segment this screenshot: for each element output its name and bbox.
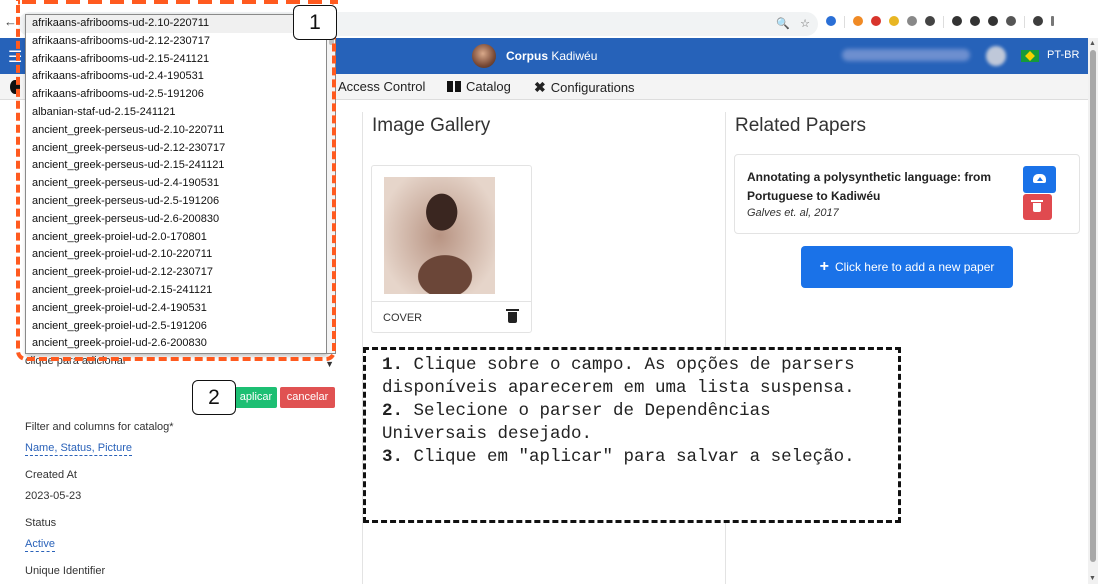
profile-icon[interactable] (1033, 16, 1043, 26)
back-arrow-icon[interactable]: ← (4, 14, 17, 29)
dropdown-option[interactable]: ancient_greek-perseus-ud-2.10-220711 (26, 122, 326, 140)
callout-1: 1 (293, 5, 337, 40)
dropdown-option[interactable]: afrikaans-afribooms-ud-2.5-191206 (26, 86, 326, 104)
papers-title: Related Papers (735, 115, 866, 136)
dropdown-option[interactable]: afrikaans-afribooms-ud-2.15-241121 (26, 51, 326, 69)
menu-configurations[interactable]: ✖ Configurations (534, 79, 635, 96)
dropdown-option[interactable]: ancient_greek-perseus-ud-2.12-230717 (26, 140, 326, 158)
bookmarks-icon[interactable] (970, 16, 980, 26)
trash-icon (1031, 200, 1043, 212)
dropdown-option[interactable]: ancient_greek-proiel-ud-2.0-170801 (26, 229, 326, 247)
history-icon[interactable] (988, 16, 998, 26)
paper-title: Annotating a polysynthetic language: fro… (747, 170, 992, 203)
gallery-card-footer: COVER (372, 301, 531, 333)
instruction-step-1: 1. Clique sobre o campo. As opções de pa… (382, 355, 855, 398)
menu-catalog-label: Catalog (466, 79, 511, 94)
status-value[interactable]: Active (25, 538, 55, 552)
scroll-up-arrow-icon[interactable]: ▲ (1089, 40, 1096, 47)
menu-catalog[interactable]: Catalog (447, 79, 511, 94)
extensions-puzzle-icon[interactable] (925, 16, 935, 26)
brand-title: Corpus Kadiwéu (506, 49, 598, 63)
toolbar-divider (943, 16, 944, 28)
extension-icon[interactable] (871, 16, 881, 26)
status-label: Status (25, 517, 57, 529)
book-icon (447, 81, 461, 92)
brand-avatar (472, 44, 496, 68)
parser-select-value: clique para adicionar (25, 355, 127, 367)
dropdown-scrollbar[interactable] (327, 14, 336, 354)
dropdown-option[interactable]: afrikaans-afribooms-ud-2.4-190531 (26, 68, 326, 86)
extension-icon[interactable] (889, 16, 899, 26)
cancel-button[interactable]: cancelar (280, 387, 335, 408)
key-icon[interactable] (1006, 16, 1016, 26)
kebab-menu-icon[interactable] (1051, 16, 1054, 26)
extensions-area (826, 16, 1054, 28)
dropdown-option[interactable]: albanian-staf-ud-2.15-241121 (26, 104, 326, 122)
apply-button[interactable]: aplicar (235, 387, 277, 408)
menu-access-control-label: Access Control (338, 79, 426, 94)
page-scrollbar[interactable]: ▲ ▼ (1088, 38, 1098, 584)
chevron-down-icon: ▼ (325, 359, 334, 369)
hamburger-menu-icon[interactable]: ☰ (8, 47, 22, 67)
created-at-label: Created At (25, 469, 77, 481)
menu-item-icon[interactable] (10, 80, 20, 94)
language-label[interactable]: PT-BR (1047, 49, 1079, 61)
add-paper-label: Click here to add a new paper (834, 260, 995, 274)
user-avatar[interactable] (986, 46, 1006, 66)
dropdown-option[interactable]: afrikaans-afribooms-ud-2.12-230717 (26, 33, 326, 51)
paper-card: Annotating a polysynthetic language: fro… (734, 154, 1080, 234)
plus-icon: + (819, 258, 829, 275)
extension-icon[interactable] (826, 16, 836, 26)
dropdown-option[interactable]: ancient_greek-perseus-ud-2.5-191206 (26, 193, 326, 211)
tools-icon: ✖ (534, 79, 546, 95)
created-at-value: 2023-05-23 (25, 490, 82, 502)
dropdown-option[interactable]: ancient_greek-perseus-ud-2.15-241121 (26, 157, 326, 175)
zoom-icon[interactable]: 🔍 (776, 17, 790, 30)
highlight-frame-top (22, 0, 338, 4)
scroll-down-arrow-icon[interactable]: ▼ (1089, 575, 1096, 582)
instruction-step-3: 3. Clique em "aplicar" para salvar a sel… (382, 447, 855, 467)
scrollbar-thumb[interactable] (1090, 50, 1096, 562)
delete-paper-button[interactable] (1023, 194, 1052, 220)
dropdown-option[interactable]: afrikaans-afribooms-ud-2.10-220711 (26, 15, 326, 33)
dropdown-option[interactable]: ancient_greek-proiel-ud-2.10-220711 (26, 246, 326, 264)
download-paper-button[interactable] (1023, 166, 1056, 193)
parser-dropdown-list[interactable]: afrikaans-afribooms-ud-2.10-220711 afrika… (25, 14, 327, 354)
filter-columns-label: Filter and columns for catalog* (25, 421, 174, 433)
unique-identifier-label: Unique Identifier (25, 565, 106, 577)
brand[interactable]: Corpus Kadiwéu (472, 44, 597, 68)
toolbar-divider (1024, 16, 1025, 28)
instruction-step-2: 2. Selecione o parser de Dependências Un… (382, 401, 771, 444)
dropdown-option[interactable]: ancient_greek-proiel-ud-2.12-230717 (26, 264, 326, 282)
gallery-title: Image Gallery (372, 115, 491, 136)
dropdown-option[interactable]: ancient_greek-proiel-ud-2.15-241121 (26, 282, 326, 300)
instruction-box: 1. Clique sobre o campo. As opções de pa… (363, 347, 901, 523)
parser-select[interactable]: clique para adicionar ▼ (25, 355, 336, 375)
gallery-card[interactable]: COVER (371, 165, 532, 333)
media-icon[interactable] (952, 16, 962, 26)
filter-columns-value[interactable]: Name, Status, Picture (25, 442, 132, 456)
paper-authors: Galves et. al, 2017 (747, 207, 839, 219)
dropdown-option[interactable]: ancient_greek-perseus-ud-2.4-190531 (26, 175, 326, 193)
dropdown-option[interactable]: ancient_greek-perseus-ud-2.6-200830 (26, 211, 326, 229)
user-name-blurred[interactable] (842, 49, 970, 61)
trash-icon[interactable] (506, 309, 519, 323)
menu-access-control[interactable]: Access Control (338, 79, 425, 94)
dropdown-option[interactable]: ancient_greek-proiel-ud-2.6-200830 (26, 335, 326, 353)
dropdown-option[interactable]: ancient_greek-proiel-ud-2.4-190531 (26, 300, 326, 318)
cloud-download-icon (1033, 174, 1046, 183)
add-paper-button[interactable]: + Click here to add a new paper (801, 246, 1013, 288)
gallery-caption: COVER (383, 312, 423, 324)
brazil-flag-icon[interactable] (1021, 50, 1039, 62)
dropdown-option[interactable]: ancient_greek-proiel-ud-2.5-191206 (26, 318, 326, 336)
bookmark-star-icon[interactable]: ☆ (800, 17, 810, 30)
menu-configurations-label: Configurations (550, 80, 635, 95)
extension-icon[interactable] (853, 16, 863, 26)
callout-2: 2 (192, 380, 236, 415)
toolbar-divider (844, 16, 845, 28)
cover-photo[interactable] (384, 177, 495, 294)
extension-icon[interactable] (907, 16, 917, 26)
